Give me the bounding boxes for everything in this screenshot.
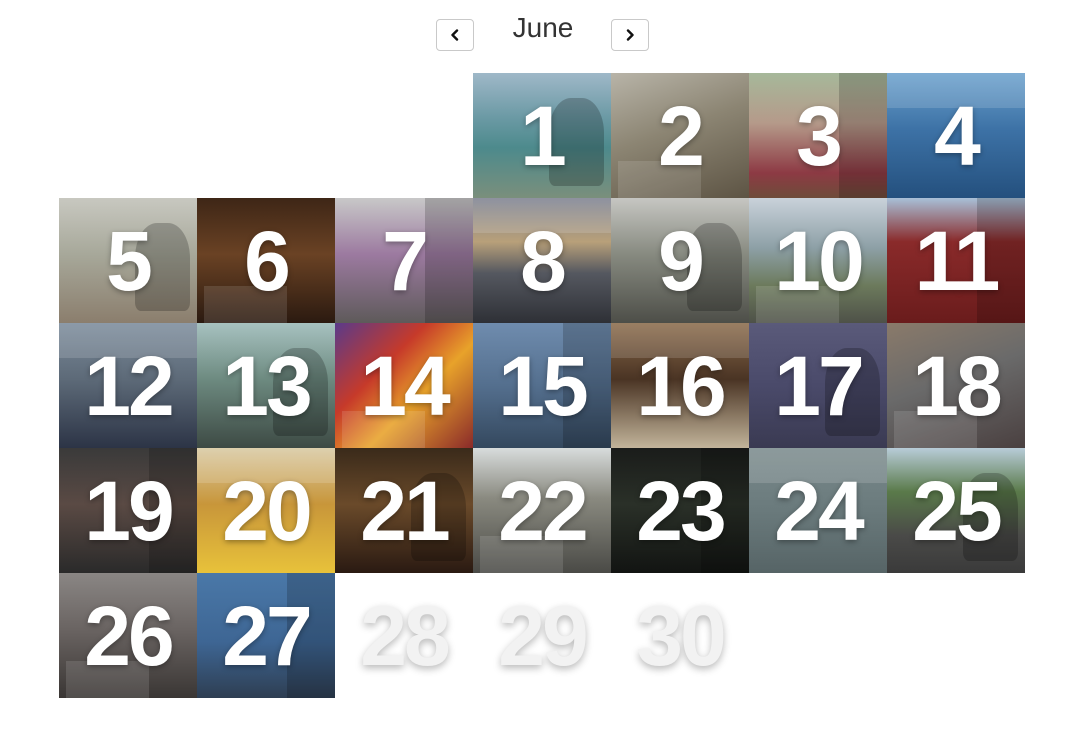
empty-day-cell	[59, 73, 197, 198]
chevron-right-icon	[626, 29, 634, 41]
day-cell-3[interactable]: 3	[749, 73, 887, 198]
day-cell-10[interactable]: 10	[749, 198, 887, 323]
day-number: 29	[498, 588, 588, 683]
thumbnail-detail	[838, 73, 887, 198]
day-cell-19[interactable]: 19	[59, 448, 197, 573]
day-cell-25[interactable]: 25	[887, 448, 1025, 573]
day-number: 10	[774, 213, 864, 308]
day-cell-21[interactable]: 21	[335, 448, 473, 573]
calendar-grid: 1 2 3 4 5 6 7 8 9 10 11 12 13 14 15 16 17 18 19 20 21 22 23 24 2…	[59, 73, 1025, 698]
day-cell-11[interactable]: 11	[887, 198, 1025, 323]
day-number: 20	[222, 463, 312, 558]
day-number: 28	[360, 588, 450, 683]
empty-day-cell	[335, 73, 473, 198]
day-cell-1[interactable]: 1	[473, 73, 611, 198]
day-cell-7[interactable]: 7	[335, 198, 473, 323]
day-number: 9	[658, 213, 705, 308]
day-cell-12[interactable]: 12	[59, 323, 197, 448]
day-number: 8	[520, 213, 567, 308]
day-number: 30	[636, 588, 726, 683]
day-number: 27	[222, 588, 312, 683]
day-number: 6	[244, 213, 291, 308]
day-cell-20[interactable]: 20	[197, 448, 335, 573]
thumbnail-detail	[424, 198, 473, 323]
day-number: 2	[658, 88, 705, 183]
calendar-header: June	[0, 0, 1085, 70]
day-number: 12	[84, 338, 174, 433]
day-number: 23	[636, 463, 726, 558]
day-cell-28: 28	[335, 573, 473, 698]
day-cell-27[interactable]: 27	[197, 573, 335, 698]
day-number: 18	[912, 338, 1002, 433]
day-cell-9[interactable]: 9	[611, 198, 749, 323]
month-title: June	[512, 12, 574, 43]
day-cell-24[interactable]: 24	[749, 448, 887, 573]
day-number: 7	[382, 213, 429, 308]
day-cell-16[interactable]: 16	[611, 323, 749, 448]
day-number: 14	[360, 338, 450, 433]
day-number: 11	[914, 213, 1001, 308]
day-number: 25	[912, 463, 1002, 558]
day-cell-30: 30	[611, 573, 749, 698]
day-cell-17[interactable]: 17	[749, 323, 887, 448]
day-cell-18[interactable]: 18	[887, 323, 1025, 448]
day-number: 15	[498, 338, 588, 433]
day-cell-15[interactable]: 15	[473, 323, 611, 448]
day-number: 22	[498, 463, 588, 558]
day-cell-6[interactable]: 6	[197, 198, 335, 323]
day-cell-23[interactable]: 23	[611, 448, 749, 573]
chevron-left-icon	[451, 29, 459, 41]
day-number: 4	[934, 88, 981, 183]
day-number: 16	[636, 338, 726, 433]
previous-month-button[interactable]	[436, 19, 474, 51]
day-number: 26	[84, 588, 174, 683]
day-number: 13	[222, 338, 312, 433]
day-cell-8[interactable]: 8	[473, 198, 611, 323]
day-number: 17	[774, 338, 864, 433]
day-cell-4[interactable]: 4	[887, 73, 1025, 198]
day-cell-14[interactable]: 14	[335, 323, 473, 448]
day-cell-22[interactable]: 22	[473, 448, 611, 573]
empty-day-cell	[197, 73, 335, 198]
day-number: 3	[796, 88, 843, 183]
day-number: 1	[520, 88, 567, 183]
day-cell-2[interactable]: 2	[611, 73, 749, 198]
day-cell-5[interactable]: 5	[59, 198, 197, 323]
day-number: 21	[360, 463, 450, 558]
day-number: 5	[106, 213, 153, 308]
day-cell-13[interactable]: 13	[197, 323, 335, 448]
day-number: 19	[84, 463, 174, 558]
day-number: 24	[774, 463, 864, 558]
day-cell-29: 29	[473, 573, 611, 698]
next-month-button[interactable]	[611, 19, 649, 51]
day-cell-26[interactable]: 26	[59, 573, 197, 698]
